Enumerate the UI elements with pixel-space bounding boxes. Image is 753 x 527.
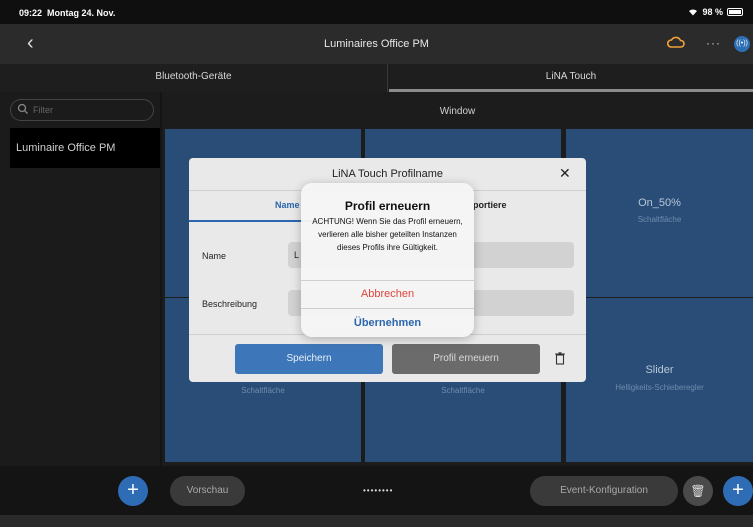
status-bar: 09:22 Montag 24. Nov. 98 % xyxy=(0,0,753,24)
battery-percent: 98 % xyxy=(702,7,723,17)
name-label: Name xyxy=(202,251,227,261)
divider xyxy=(301,280,474,281)
alert-title: Profil erneuern xyxy=(344,199,431,213)
battery-icon xyxy=(727,8,743,16)
wifi-icon xyxy=(689,9,698,16)
tab-import[interactable]: portiere xyxy=(473,200,507,210)
save-button[interactable]: Speichern xyxy=(235,344,383,374)
status-right: 98 % xyxy=(688,7,743,17)
status-date: Montag 24. Nov. xyxy=(47,8,116,18)
trash-icon[interactable] xyxy=(555,352,565,365)
tab-name[interactable]: Name xyxy=(275,200,300,210)
dialog-title: LiNA Touch Profilname xyxy=(331,168,444,180)
app-screen: 09:22 Montag 24. Nov. 98 % ‹ Luminaires … xyxy=(0,0,753,527)
renew-profile-alert: Profil erneuern ACHTUNG! Wenn Sie das Pr… xyxy=(301,183,474,337)
status-time: 09:22 Montag 24. Nov. xyxy=(19,8,115,18)
renew-profile-button[interactable]: Profil erneuern xyxy=(392,344,540,374)
status-time-value: 09:22 xyxy=(19,8,43,18)
cancel-button[interactable]: Abbrechen xyxy=(301,288,474,300)
divider xyxy=(301,308,474,309)
description-label: Beschreibung xyxy=(202,299,258,309)
close-icon[interactable]: ✕ xyxy=(559,165,571,182)
alert-message: ACHTUNG! Wenn Sie das Profil erneuern, v… xyxy=(312,217,463,252)
confirm-button[interactable]: Übernehmen xyxy=(301,317,474,329)
